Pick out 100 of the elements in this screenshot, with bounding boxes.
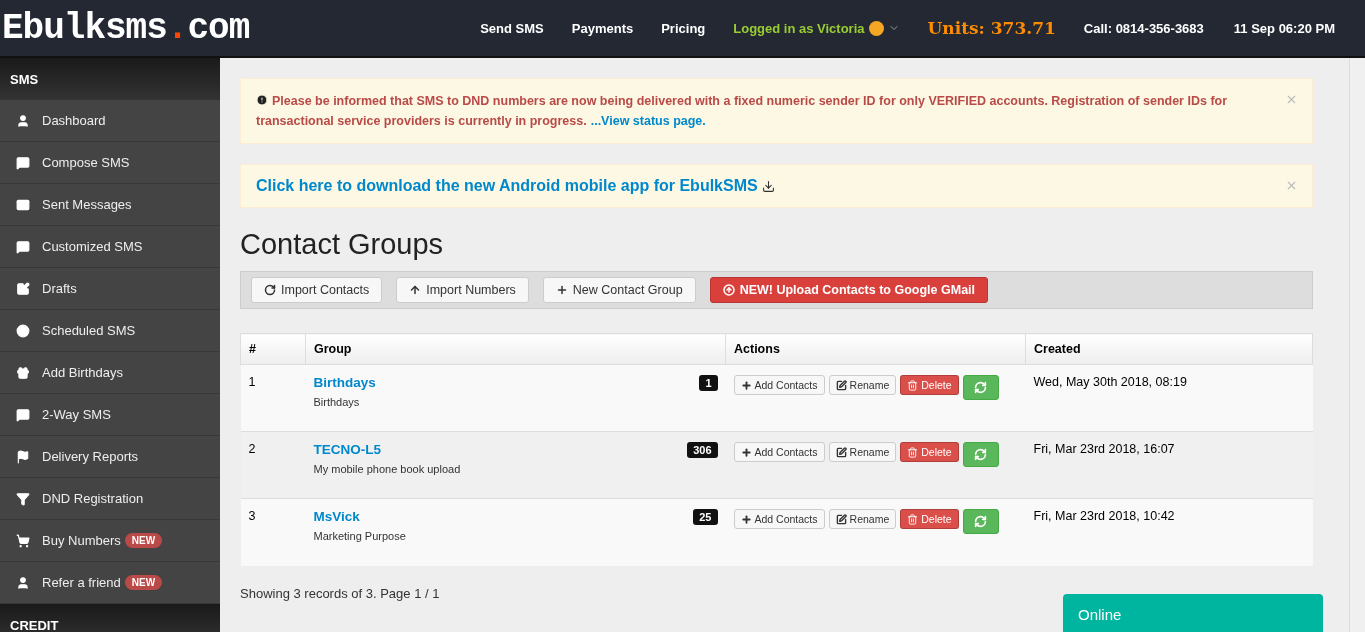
- sidebar-item-label: DND Registration: [42, 491, 144, 506]
- table-cell: Fri, Mar 23rd 2018, 10:42: [1025, 498, 1313, 566]
- speech-bubble-icon: [16, 155, 30, 170]
- add-contacts-button[interactable]: Add Contacts: [733, 375, 825, 395]
- user-icon: [16, 113, 30, 128]
- sidebar-item[interactable]: DND Registration: [0, 478, 220, 520]
- group-description: Marketing Purpose: [313, 530, 407, 542]
- status-link[interactable]: ...View status page.: [590, 114, 706, 128]
- refresh-icon: [974, 448, 988, 461]
- count-badge: 25: [693, 509, 718, 525]
- upload-icon: [722, 284, 735, 296]
- delete-button[interactable]: Delete: [900, 442, 959, 462]
- sidebar-item[interactable]: Scheduled SMS: [0, 310, 220, 352]
- sidebar-item[interactable]: Buy Numbers NEW: [0, 520, 220, 562]
- download-link[interactable]: Click here to download the new Android mobile app for EbulkSMS: [256, 177, 775, 195]
- sidebar-item-label: Delivery Reports: [42, 449, 139, 464]
- close-icon: [1285, 93, 1298, 106]
- sidebar-section-title: CREDIT: [0, 604, 220, 632]
- sidebar-item[interactable]: Add Birthdays: [0, 352, 220, 394]
- sidebar-item-label: Sent Messages: [42, 197, 132, 212]
- refresh-button[interactable]: [962, 375, 999, 400]
- group-link[interactable]: MsVick: [313, 509, 360, 524]
- sidebar-item[interactable]: Customized SMS: [0, 226, 220, 268]
- speech-bubble-icon: [16, 239, 30, 254]
- smiley-icon: [868, 20, 884, 36]
- sidebar-item-label: Add Birthdays: [42, 365, 123, 380]
- download-icon: [761, 179, 775, 193]
- count-badge: 1: [699, 375, 718, 391]
- speech-bubble-icon: [16, 407, 30, 422]
- refresh-button[interactable]: [962, 442, 999, 467]
- sidebar-item[interactable]: Drafts: [0, 268, 220, 310]
- count-badge: 306: [687, 442, 718, 458]
- delete-button[interactable]: Delete: [900, 375, 959, 395]
- user-menu[interactable]: Logged in as Victoria: [733, 20, 900, 36]
- nav-link[interactable]: Payments: [571, 20, 634, 36]
- sidebar-item-label: Dashboard: [42, 113, 106, 128]
- sidebar-item-label: Refer a friend: [42, 575, 121, 590]
- units-balance: Units: 373.71: [927, 18, 1056, 38]
- refresh-icon: [974, 515, 988, 528]
- plus-icon: [740, 513, 752, 525]
- table-cell: 3: [240, 498, 306, 566]
- table-cell: Wed, May 30th 2018, 08:19: [1025, 364, 1313, 432]
- sidebar-section-title: SMS: [0, 58, 220, 100]
- sidebar-item[interactable]: 2-Way SMS: [0, 394, 220, 436]
- refresh-button[interactable]: [962, 509, 999, 534]
- logo[interactable]: Ebulksms.com: [0, 7, 420, 49]
- cart-icon: [16, 533, 30, 548]
- refresh-icon: [974, 381, 988, 394]
- sidebar-item-label: Scheduled SMS: [42, 323, 136, 338]
- page-title: Contact Groups: [240, 228, 445, 261]
- close-icon: [1285, 179, 1298, 192]
- plus-icon: [740, 446, 752, 458]
- sidebar-item-label: Drafts: [42, 281, 77, 296]
- column-header: Created: [1025, 333, 1313, 365]
- nav-link[interactable]: Send SMS: [480, 20, 544, 36]
- column-header: Group: [305, 333, 726, 365]
- toolbar-button[interactable]: New Contact Group: [542, 277, 696, 303]
- table-cell: 2: [240, 431, 306, 499]
- group-description: My mobile phone book upload: [313, 463, 462, 475]
- new-badge: NEW: [124, 533, 163, 548]
- rename-button[interactable]: Rename: [828, 442, 897, 462]
- trash-icon: [907, 379, 919, 391]
- nav-link[interactable]: Pricing: [661, 20, 706, 36]
- sidebar-item-label: 2-Way SMS: [42, 407, 111, 422]
- arrow-up-icon: [409, 284, 422, 296]
- rename-button[interactable]: Rename: [828, 375, 897, 395]
- phone-number: Call: 0814-356-3683: [1083, 20, 1204, 36]
- sidebar-item-label: Compose SMS: [42, 155, 130, 170]
- plus-icon: [740, 379, 752, 391]
- toolbar-button[interactable]: Import Numbers: [396, 277, 529, 303]
- toolbar-button[interactable]: Import Contacts: [251, 277, 383, 303]
- trash-icon: [907, 446, 919, 458]
- column-header: #: [240, 333, 306, 365]
- rename-button[interactable]: Rename: [828, 509, 897, 529]
- date-time: 11 Sep 06:20 PM: [1233, 20, 1335, 36]
- new-badge: NEW: [124, 575, 163, 590]
- sidebar-item[interactable]: Dashboard: [0, 100, 220, 142]
- group-description: Birthdays: [313, 396, 361, 408]
- filter-icon: [16, 491, 30, 506]
- sidebar-item[interactable]: Delivery Reports: [0, 436, 220, 478]
- alert-message: Please be informed that SMS to DND numbers are now being delivered with a fixed numeric sender ID for only VERIFIED accounts. Registration of sender IDs for transactional service providers is currently in progress. ...View status page.: [256, 93, 1229, 130]
- group-link[interactable]: Birthdays: [313, 375, 376, 390]
- table-cell: 1: [240, 364, 306, 432]
- alert-icon: [256, 94, 268, 106]
- column-header: Actions: [725, 333, 1026, 365]
- sidebar-item[interactable]: Compose SMS: [0, 142, 220, 184]
- flag-icon: [16, 449, 30, 464]
- sidebar-item[interactable]: Sent Messages: [0, 184, 220, 226]
- close-button[interactable]: [1285, 179, 1298, 192]
- delete-button[interactable]: Delete: [900, 509, 959, 529]
- add-contacts-button[interactable]: Add Contacts: [733, 442, 825, 462]
- table-cell: Fri, Mar 23rd 2018, 16:07: [1025, 431, 1313, 499]
- records-summary: Showing 3 records of 3. Page 1 / 1: [240, 585, 441, 601]
- refresh-icon: [264, 284, 276, 296]
- plus-icon: [555, 284, 568, 296]
- user-icon: [16, 575, 30, 590]
- toolbar-button[interactable]: NEW! Upload Contacts to Google GMail: [709, 277, 989, 303]
- add-contacts-button[interactable]: Add Contacts: [733, 509, 825, 529]
- close-button[interactable]: [1285, 93, 1298, 106]
- sidebar-item-label: Customized SMS: [42, 239, 143, 254]
